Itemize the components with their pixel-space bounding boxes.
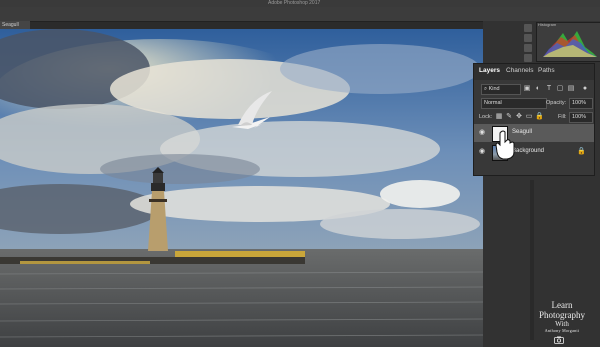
blend-mode-select[interactable]: Normal — [481, 98, 547, 109]
lock-all-icon[interactable]: 🔒 — [535, 113, 544, 121]
properties-icon[interactable] — [524, 34, 532, 42]
watermark: Learn Photography With Anthony Morganti — [532, 300, 592, 334]
smart-object-filter-icon[interactable]: ▤ — [567, 85, 575, 93]
layers-panel-tabs: Layers Channels Paths — [474, 64, 594, 80]
layer-row-background[interactable]: ◉ Background 🔒 — [474, 143, 594, 161]
title-bar: Adobe Photoshop 2017 — [0, 0, 600, 7]
kind-filter-select[interactable]: ⌕ Kind — [481, 84, 521, 95]
lock-image-icon[interactable]: ✎ — [505, 113, 513, 121]
opacity-label: Opacity: — [546, 100, 567, 106]
watermark-line4: Anthony Morganti — [544, 328, 580, 333]
layers-panel: Layers Channels Paths ⌕ Kind ▣ ◐ T ▢ ▤ ●… — [473, 63, 595, 176]
character-icon[interactable] — [524, 54, 532, 62]
lock-row: Lock: ▦ ✎ ✥ ▭ 🔒 Fill: 100% — [477, 112, 593, 123]
camera-icon — [554, 336, 564, 344]
kind-label: Kind — [488, 86, 500, 92]
lock-position-icon[interactable]: ✥ — [515, 113, 523, 121]
document-canvas[interactable] — [0, 29, 483, 347]
lock-label: Lock: — [479, 114, 493, 120]
watermark-line1: Learn — [551, 300, 573, 310]
tab-layers[interactable]: Layers — [479, 67, 500, 74]
histogram-panel — [536, 22, 600, 62]
shape-filter-icon[interactable]: ▢ — [556, 85, 564, 93]
hand-cursor-icon — [495, 130, 515, 160]
type-filter-icon[interactable]: T — [545, 85, 553, 93]
histogram-graph — [543, 31, 597, 57]
watermark-line2: Photography — [539, 310, 585, 320]
eye-icon[interactable]: ◉ — [479, 129, 487, 137]
brush-icon[interactable] — [524, 44, 532, 52]
blend-row: Normal Opacity: 100% — [477, 98, 593, 109]
history-icon[interactable] — [524, 24, 532, 32]
tab-channels[interactable]: Channels — [506, 67, 533, 74]
app-title: Adobe Photoshop 2017 — [268, 0, 321, 6]
fill-field[interactable]: 100% — [569, 112, 593, 123]
lock-artboard-icon[interactable]: ▭ — [525, 113, 533, 121]
watermark-line3: With — [555, 320, 569, 328]
lock-icon: 🔒 — [577, 148, 586, 155]
document-tab[interactable]: Seagull .RGB/8*) * — [0, 21, 30, 36]
lock-transparent-icon[interactable]: ▦ — [495, 113, 503, 121]
seagull-lighthouse-photo — [0, 29, 483, 347]
layer-filter-row: ⌕ Kind ▣ ◐ T ▢ ▤ ● — [477, 84, 591, 95]
eye-icon[interactable]: ◉ — [479, 148, 487, 156]
opacity-field[interactable]: 100% — [569, 98, 593, 109]
filter-toggle-icon[interactable]: ● — [581, 85, 589, 93]
image-filter-icon[interactable]: ▣ — [523, 85, 531, 93]
fill-label: Fill: — [558, 114, 567, 120]
options-bar[interactable] — [0, 7, 600, 22]
adjustment-filter-icon[interactable]: ◐ — [534, 85, 542, 93]
layer-name: Background — [512, 148, 545, 154]
layer-row-seagull[interactable]: ◉ Seagull — [474, 124, 594, 142]
histogram-tab[interactable]: Histogram — [538, 22, 556, 27]
tab-paths[interactable]: Paths — [538, 67, 555, 74]
